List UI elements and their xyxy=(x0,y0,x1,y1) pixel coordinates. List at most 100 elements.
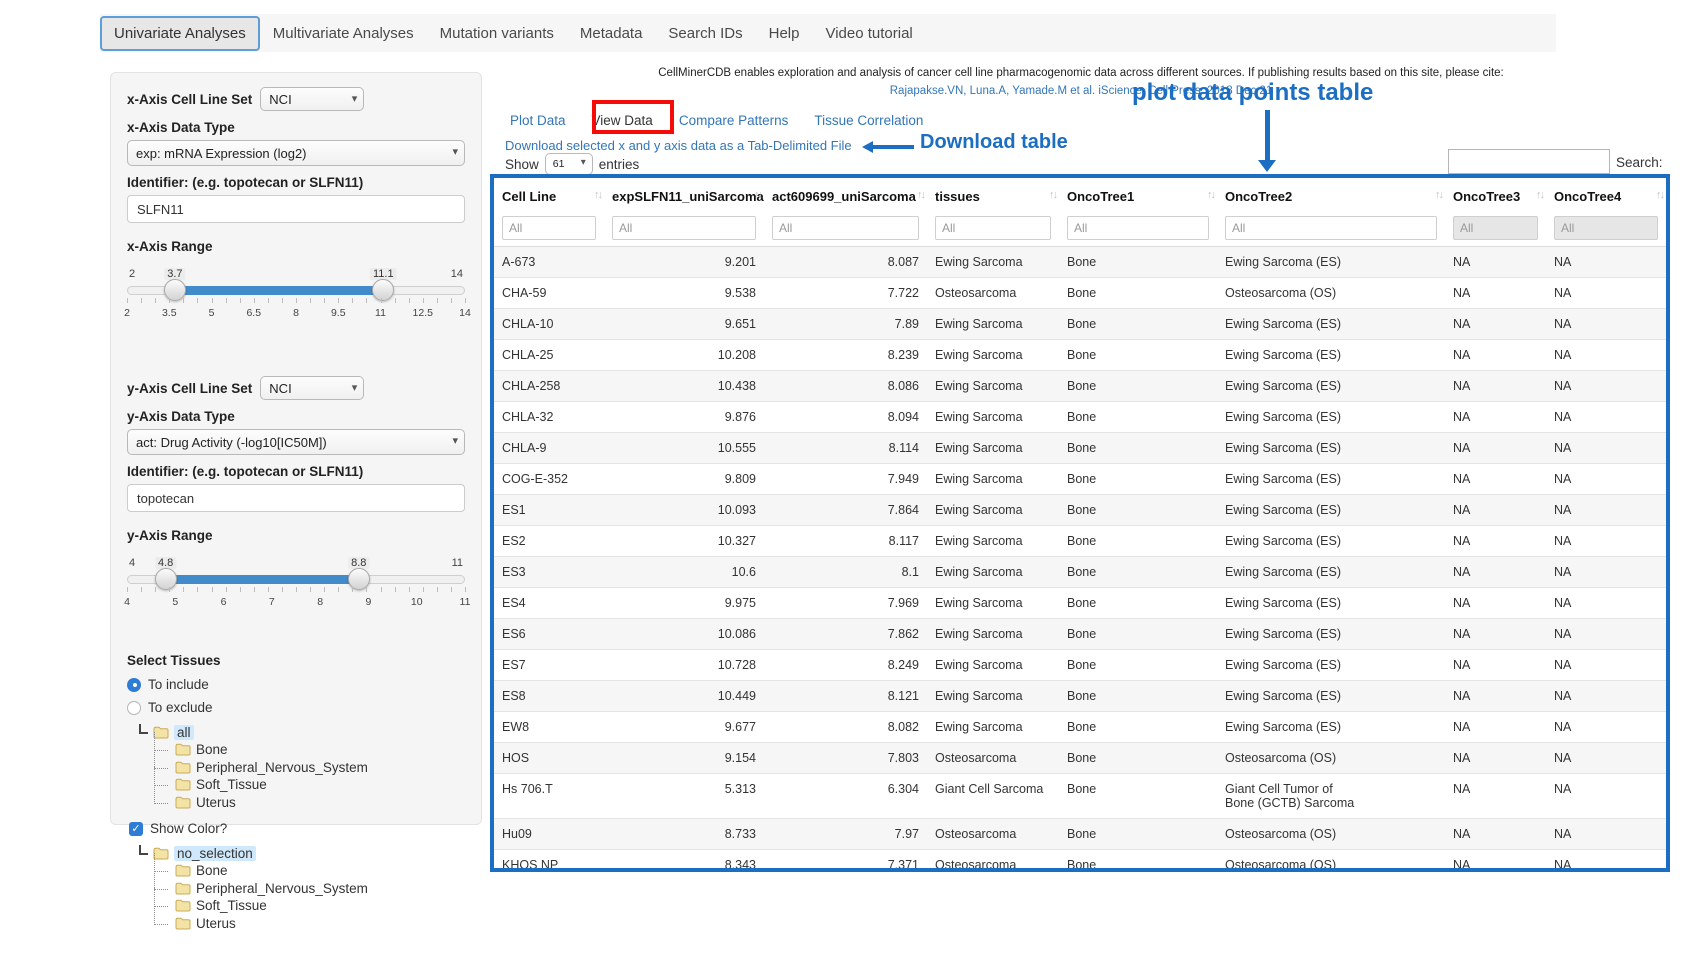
table-cell: NA xyxy=(1546,495,1666,526)
sort-icon[interactable]: ↑↓ xyxy=(1435,189,1442,201)
tree-node-peripheral_nervous_system[interactable]: Peripheral_Nervous_System xyxy=(151,759,465,777)
nav-tab-univariate-analyses[interactable]: Univariate Analyses xyxy=(100,16,260,51)
table-row[interactable]: ES310.68.1Ewing SarcomaBoneEwing Sarcoma… xyxy=(494,557,1666,588)
x-data-type-select[interactable]: exp: mRNA Expression (log2) ▾ xyxy=(127,140,465,166)
column-filter-input[interactable] xyxy=(1225,216,1437,240)
table-cell: Osteosarcoma (OS) xyxy=(1217,819,1445,850)
table-cell: NA xyxy=(1445,712,1546,743)
sort-icon[interactable]: ↑↓ xyxy=(594,189,601,201)
column-header-act609699_unisarcoma[interactable]: act609699_uniSarcoma↑↓ xyxy=(764,178,927,213)
table-cell: NA xyxy=(1546,371,1666,402)
nav-tab-search-ids[interactable]: Search IDs xyxy=(655,16,755,51)
table-row[interactable]: A-6739.2018.087Ewing SarcomaBoneEwing Sa… xyxy=(494,247,1666,278)
sort-icon[interactable]: ↑↓ xyxy=(1207,189,1214,201)
radio-to-include[interactable] xyxy=(127,678,141,692)
table-row[interactable]: CHLA-109.6517.89Ewing SarcomaBoneEwing S… xyxy=(494,309,1666,340)
table-cell: NA xyxy=(1445,850,1546,873)
tree-node-soft_tissue[interactable]: Soft_Tissue xyxy=(151,897,465,915)
column-header-cell line[interactable]: Cell Line↑↓ xyxy=(494,178,604,213)
table-row[interactable]: ES610.0867.862Ewing SarcomaBoneEwing Sar… xyxy=(494,619,1666,650)
column-header-expslfn11_unisarcoma[interactable]: expSLFN11_uniSarcoma↑↓ xyxy=(604,178,764,213)
tree-root-node[interactable]: all xyxy=(137,723,465,741)
table-cell: 9.538 xyxy=(604,278,764,309)
table-header-row: Cell Line↑↓expSLFN11_uniSarcoma↑↓act6096… xyxy=(494,178,1666,213)
table-cell: ES1 xyxy=(494,495,604,526)
x-range-slider[interactable]: 2143.711.123.556.589.51112.514 xyxy=(127,270,465,328)
filter-cell xyxy=(764,213,927,247)
sort-icon[interactable]: ↑↓ xyxy=(1536,189,1543,201)
table-row[interactable]: Hu098.7337.97OsteosarcomaBoneOsteosarcom… xyxy=(494,819,1666,850)
nav-tab-help[interactable]: Help xyxy=(756,16,813,51)
nav-tab-multivariate-analyses[interactable]: Multivariate Analyses xyxy=(260,16,427,51)
column-filter-input[interactable] xyxy=(935,216,1051,240)
table-row[interactable]: HOS9.1547.803OsteosarcomaBoneOsteosarcom… xyxy=(494,743,1666,774)
table-row[interactable]: ES110.0937.864Ewing SarcomaBoneEwing Sar… xyxy=(494,495,1666,526)
table-row[interactable]: Hs 706.T5.3136.304Giant Cell SarcomaBone… xyxy=(494,774,1666,819)
column-filter-input[interactable] xyxy=(502,216,596,240)
table-cell: Ewing Sarcoma (ES) xyxy=(1217,681,1445,712)
slider-tick-label: 6.5 xyxy=(246,307,261,319)
sort-icon[interactable]: ↑↓ xyxy=(754,189,761,201)
table-row[interactable]: EW89.6778.082Ewing SarcomaBoneEwing Sarc… xyxy=(494,712,1666,743)
subtab-compare-patterns[interactable]: Compare Patterns xyxy=(679,113,789,128)
download-data-link[interactable]: Download selected x and y axis data as a… xyxy=(505,138,852,153)
column-header-oncotree4[interactable]: OncoTree4↑↓ xyxy=(1546,178,1666,213)
table-cell: NA xyxy=(1445,650,1546,681)
column-header-oncotree1[interactable]: OncoTree1↑↓ xyxy=(1059,178,1217,213)
column-filter-input[interactable] xyxy=(1554,216,1658,240)
sort-icon[interactable]: ↑↓ xyxy=(1656,189,1663,201)
nav-tab-metadata[interactable]: Metadata xyxy=(567,16,656,51)
column-header-oncotree3[interactable]: OncoTree3↑↓ xyxy=(1445,178,1546,213)
table-cell: Giant Cell Sarcoma xyxy=(927,774,1059,819)
tree-node-bone[interactable]: Bone xyxy=(151,741,465,759)
column-filter-input[interactable] xyxy=(1453,216,1538,240)
table-row[interactable]: ES210.3278.117Ewing SarcomaBoneEwing Sar… xyxy=(494,526,1666,557)
column-filter-input[interactable] xyxy=(612,216,756,240)
tree-node-soft_tissue[interactable]: Soft_Tissue xyxy=(151,776,465,794)
table-row[interactable]: ES810.4498.121Ewing SarcomaBoneEwing Sar… xyxy=(494,681,1666,712)
tree-node-uterus[interactable]: Uterus xyxy=(151,915,465,933)
radio-to-exclude[interactable] xyxy=(127,701,141,715)
table-row[interactable]: CHA-599.5387.722OsteosarcomaBoneOsteosar… xyxy=(494,278,1666,309)
nav-tab-mutation-variants[interactable]: Mutation variants xyxy=(427,16,567,51)
x-identifier-input[interactable] xyxy=(127,195,465,223)
table-row[interactable]: ES49.9757.969Ewing SarcomaBoneEwing Sarc… xyxy=(494,588,1666,619)
table-cell: Osteosarcoma (OS) xyxy=(1217,850,1445,873)
table-search-input[interactable] xyxy=(1448,149,1610,174)
subtab-tissue-correlation[interactable]: Tissue Correlation xyxy=(814,113,923,128)
radio-label: To include xyxy=(148,677,209,692)
tree-root-node[interactable]: no_selection xyxy=(137,844,465,862)
chevron-down-icon: ▾ xyxy=(452,145,458,158)
y-identifier-input[interactable] xyxy=(127,484,465,512)
citation-link[interactable]: Rajapakse.VN, Luna.A, Yamade.M et al. iS… xyxy=(492,85,1670,97)
table-row[interactable]: CHLA-25810.4388.086Ewing SarcomaBoneEwin… xyxy=(494,371,1666,402)
folder-icon xyxy=(175,778,191,791)
table-cell: Ewing Sarcoma xyxy=(927,588,1059,619)
table-row[interactable]: COG-E-3529.8097.949Ewing SarcomaBoneEwin… xyxy=(494,464,1666,495)
sort-icon[interactable]: ↑↓ xyxy=(1049,189,1056,201)
tree-node-uterus[interactable]: Uterus xyxy=(151,794,465,812)
table-row[interactable]: CHLA-2510.2088.239Ewing SarcomaBoneEwing… xyxy=(494,340,1666,371)
column-filter-input[interactable] xyxy=(1067,216,1209,240)
table-cell: Bone xyxy=(1059,495,1217,526)
x-cell-line-set-select[interactable]: NCI ▾ xyxy=(260,87,364,111)
entries-select[interactable]: 61 ▾ xyxy=(545,153,593,175)
y-data-type-select[interactable]: act: Drug Activity (-log10[IC50M]) ▾ xyxy=(127,429,465,455)
sort-icon[interactable]: ↑↓ xyxy=(917,189,924,201)
y-cell-line-set-select[interactable]: NCI ▾ xyxy=(260,376,364,400)
nav-tab-video-tutorial[interactable]: Video tutorial xyxy=(812,16,925,51)
table-row[interactable]: ES710.7288.249Ewing SarcomaBoneEwing Sar… xyxy=(494,650,1666,681)
table-cell: Bone xyxy=(1059,743,1217,774)
table-cell: 7.722 xyxy=(764,278,927,309)
table-row[interactable]: CHLA-329.8768.094Ewing SarcomaBoneEwing … xyxy=(494,402,1666,433)
subtab-plot-data[interactable]: Plot Data xyxy=(510,113,566,128)
y-range-slider[interactable]: 4114.88.84567891011 xyxy=(127,559,465,617)
show-color-checkbox[interactable]: ✓ xyxy=(129,822,143,836)
table-row[interactable]: KHOS NP8.3437.371OsteosarcomaBoneOsteosa… xyxy=(494,850,1666,873)
tree-node-bone[interactable]: Bone xyxy=(151,862,465,880)
column-header-oncotree2[interactable]: OncoTree2↑↓ xyxy=(1217,178,1445,213)
table-row[interactable]: CHLA-910.5558.114Ewing SarcomaBoneEwing … xyxy=(494,433,1666,464)
column-header-tissues[interactable]: tissues↑↓ xyxy=(927,178,1059,213)
tree-node-peripheral_nervous_system[interactable]: Peripheral_Nervous_System xyxy=(151,880,465,898)
column-filter-input[interactable] xyxy=(772,216,919,240)
